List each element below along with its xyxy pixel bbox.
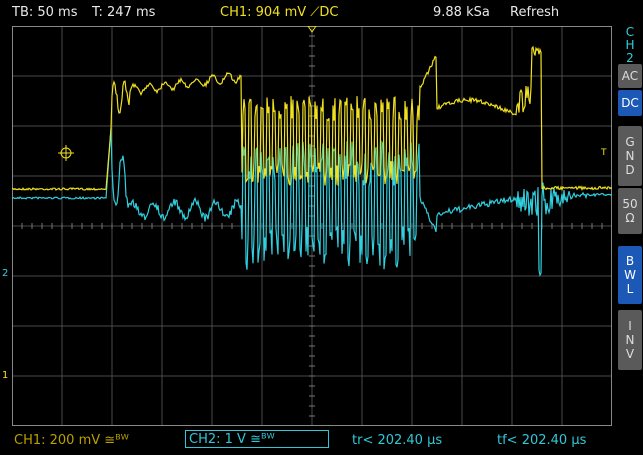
crosshair-cursor-icon[interactable]: [58, 145, 74, 161]
gnd-button[interactable]: GND: [618, 126, 642, 186]
trigger-time-readout[interactable]: T: 247 ms: [92, 0, 155, 26]
ac-coupling-button[interactable]: AC: [618, 64, 642, 88]
bandwidth-limit-button[interactable]: BWL: [618, 246, 642, 304]
acquisition-mode-readout[interactable]: Refresh: [510, 0, 559, 26]
ch1-ground-marker[interactable]: 1: [2, 371, 8, 381]
sample-rate-readout: 9.88 kSa: [433, 5, 490, 20]
ch1-trigger-readout[interactable]: CH1: 904 mV ⟋DC: [220, 0, 338, 26]
waveform-canvas: [12, 26, 612, 426]
ch2-ground-marker[interactable]: 2: [2, 269, 8, 279]
trigger-level-marker[interactable]: T: [601, 148, 607, 158]
status-bar: TB: 50 ms T: 247 ms CH1: 904 mV ⟋DC 9.88…: [0, 0, 643, 26]
rise-time-readout: tr< 202.40 µs: [352, 433, 443, 448]
dc-coupling-button[interactable]: DC: [618, 90, 642, 116]
channel-side-menu: CH2 AC DC GND 50 Ω BWL INV: [617, 26, 643, 426]
channel-scale-bar: CH1: 200 mV ≅ᴮᵂ CH2: 1 V ≅ᴮᵂ tr< 202.40 …: [0, 428, 643, 455]
timebase-readout[interactable]: TB: 50 ms: [12, 0, 77, 26]
waveform-display[interactable]: [12, 26, 612, 426]
impedance-50-ohm-button[interactable]: 50 Ω: [618, 188, 642, 234]
channel-label: CH2: [625, 25, 635, 65]
fall-time-readout: tf< 202.40 µs: [497, 433, 587, 448]
ch1-scale-readout[interactable]: CH1: 200 mV ≅ᴮᵂ: [14, 430, 129, 452]
ch2-scale-readout[interactable]: CH2: 1 V ≅ᴮᵂ: [185, 430, 329, 448]
invert-button[interactable]: INV: [618, 310, 642, 370]
